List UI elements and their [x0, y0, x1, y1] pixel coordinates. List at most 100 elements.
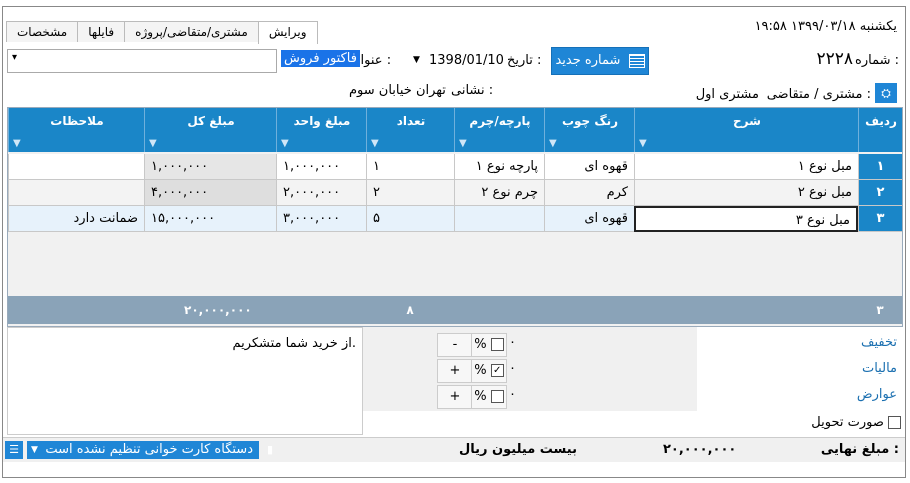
footer-row-count: ۳: [876, 303, 884, 317]
discount-minus-button[interactable]: -: [437, 333, 473, 357]
col-row-label: ردیف: [865, 114, 897, 128]
number-label: شماره :: [855, 53, 899, 68]
top-bar: ویرایش مشتری/متقاضی/پروژه فایلها مشخصات …: [3, 7, 905, 44]
discount-value[interactable]: ۰: [509, 335, 516, 350]
fabric-cell[interactable]: پارچه نوع ۱: [454, 154, 544, 180]
filter-icon[interactable]: ▼: [639, 138, 647, 149]
qty-cell[interactable]: ۲: [366, 180, 454, 206]
col-unit-price[interactable]: مبلغ واحد ▼: [276, 108, 367, 152]
total-cell: ۱,۰۰۰,۰۰۰: [144, 154, 276, 180]
wood-cell[interactable]: قهوه ای: [544, 206, 634, 232]
tax-percent-checkbox[interactable]: ✓: [490, 364, 504, 377]
col-wood-label: رنگ چوب: [561, 114, 619, 128]
percent-label: %: [474, 389, 487, 404]
tax-value[interactable]: ۰: [509, 361, 516, 376]
title-combo[interactable]: ▾: [7, 49, 277, 73]
fabric-cell[interactable]: چرم نوع ۲: [454, 180, 544, 206]
total-cell: ۴,۰۰۰,۰۰۰: [144, 180, 276, 206]
col-desc[interactable]: شرح ▼: [634, 108, 859, 152]
duties-value[interactable]: ۰: [509, 387, 516, 402]
col-fabric[interactable]: پارچه/چرم ▼: [454, 108, 545, 152]
notes-text: از خرید شما متشکریم.: [232, 336, 356, 351]
fabric-cell[interactable]: [454, 206, 544, 232]
device-icon: ▮: [266, 443, 273, 456]
address-label: نشانی :: [451, 83, 494, 98]
date-dropdown-icon[interactable]: ▼: [413, 55, 420, 65]
new-number-button[interactable]: شماره جدید: [551, 47, 649, 75]
col-notes[interactable]: ملاحظات ▼: [8, 108, 145, 152]
qty-cell[interactable]: ۵: [366, 206, 454, 232]
desc-cell[interactable]: مبل نوع ۳: [634, 206, 858, 232]
filter-icon[interactable]: ▼: [459, 138, 467, 149]
duties-plus-button[interactable]: +: [437, 385, 473, 409]
discount-row: - % ۰: [437, 333, 697, 357]
adjustments-panel: - % ۰ + % ✓ ۰ + % ۰: [363, 327, 697, 411]
percent-label: %: [474, 363, 487, 378]
card-reader-button[interactable]: ▼ دستگاه کارت خوانی تنظیم نشده است ▮: [27, 441, 273, 459]
footer-qty-sum: ۸: [406, 303, 414, 317]
tax-row: + % ✓ ۰: [437, 359, 697, 383]
row-number: ۱: [858, 154, 902, 180]
desc-cell[interactable]: مبل نوع ۱: [634, 154, 858, 180]
tab-edit[interactable]: ویرایش: [257, 21, 318, 44]
discount-label: تخفیف: [861, 335, 897, 350]
customer-icon[interactable]: ⛭: [875, 83, 897, 103]
notes-cell[interactable]: ضمانت دارد: [8, 206, 144, 232]
footer-total-sum: ۲۰,۰۰۰,۰۰۰: [184, 303, 252, 317]
grid-footer: ۳ ۸ ۲۰,۰۰۰,۰۰۰: [8, 296, 902, 324]
filter-icon[interactable]: ▼: [549, 138, 557, 149]
row-number: ۲: [858, 180, 902, 206]
final-amount: ۲۰,۰۰۰,۰۰۰: [663, 442, 737, 457]
wood-cell[interactable]: کرم: [544, 180, 634, 206]
col-unit-price-label: مبلغ واحد: [293, 114, 351, 128]
title-value[interactable]: فاکتور فروش: [281, 50, 360, 67]
table-row[interactable]: ۳ مبل نوع ۳ قهوه ای ۵ ۳,۰۰۰,۰۰۰ ۱۵,۰۰۰,۰…: [8, 206, 902, 232]
wood-cell[interactable]: قهوه ای: [544, 154, 634, 180]
plus-label: +: [449, 363, 461, 378]
table-row[interactable]: ۲ مبل نوع ۲ کرم چرم نوع ۲ ۲ ۲,۰۰۰,۰۰۰ ۴,…: [8, 180, 902, 206]
unit-price-cell[interactable]: ۳,۰۰۰,۰۰۰: [276, 206, 366, 232]
date-label: تاریخ :: [507, 53, 542, 68]
filter-icon[interactable]: ▼: [281, 138, 289, 149]
notes-textarea[interactable]: از خرید شما متشکریم.: [7, 327, 363, 435]
delivery-checkbox-row[interactable]: صورت تحویل: [811, 415, 901, 430]
discount-percent-box[interactable]: %: [471, 333, 507, 357]
delivery-checkbox[interactable]: [888, 416, 901, 429]
discount-percent-checkbox[interactable]: [490, 338, 504, 351]
invoice-header-row: شماره : ۲۲۲۸ شماره جدید تاریخ : 1398/01/…: [3, 45, 905, 75]
col-total[interactable]: مبلغ کل ▼: [144, 108, 277, 152]
filter-icon[interactable]: ▼: [13, 138, 21, 149]
unit-price-cell[interactable]: ۲,۰۰۰,۰۰۰: [276, 180, 366, 206]
chevron-down-icon: ▼: [31, 445, 38, 455]
duties-row: + % ۰: [437, 385, 697, 409]
duties-percent-box[interactable]: %: [471, 385, 507, 409]
amount-in-words: بیست میلیون ریال: [459, 442, 577, 457]
number-value[interactable]: ۲۲۲۸: [816, 49, 853, 69]
date-value[interactable]: 1398/01/10: [429, 53, 504, 68]
notes-cell[interactable]: [8, 180, 144, 206]
col-notes-label: ملاحظات: [50, 114, 104, 128]
qty-cell[interactable]: ۱: [366, 154, 454, 180]
tab-customer-project[interactable]: مشتری/متقاضی/پروژه: [124, 21, 259, 42]
notes-cell[interactable]: [8, 154, 144, 180]
duties-label: عوارض: [856, 387, 897, 402]
desc-cell[interactable]: مبل نوع ۲: [634, 180, 858, 206]
tab-bar: ویرایش مشتری/متقاضی/پروژه فایلها مشخصات: [6, 21, 318, 44]
tab-files[interactable]: فایلها: [77, 21, 126, 42]
unit-price-cell[interactable]: ۱,۰۰۰,۰۰۰: [276, 154, 366, 180]
tab-properties[interactable]: مشخصات: [6, 21, 79, 42]
tax-plus-button[interactable]: +: [437, 359, 473, 383]
table-row[interactable]: ۱ مبل نوع ۱ قهوه ای پارچه نوع ۱ ۱ ۱,۰۰۰,…: [8, 154, 902, 180]
col-row[interactable]: ردیف: [858, 108, 903, 152]
grid-header: ردیف شرح ▼ رنگ چوب ▼ پارچه/چرم ▼ تعداد ▼ مبل…: [8, 108, 902, 152]
col-wood[interactable]: رنگ چوب ▼: [544, 108, 635, 152]
filter-icon[interactable]: ▼: [149, 138, 157, 149]
invoice-items-grid: ردیف شرح ▼ رنگ چوب ▼ پارچه/چرم ▼ تعداد ▼ مبل…: [7, 107, 903, 327]
filter-icon[interactable]: ▼: [371, 138, 379, 149]
delivery-label: صورت تحویل: [811, 415, 884, 430]
col-qty[interactable]: تعداد ▼: [366, 108, 455, 152]
menu-icon[interactable]: ☰: [5, 441, 23, 459]
col-fabric-label: پارچه/چرم: [469, 114, 531, 128]
duties-percent-checkbox[interactable]: [490, 390, 504, 403]
tax-percent-box[interactable]: % ✓: [471, 359, 507, 383]
